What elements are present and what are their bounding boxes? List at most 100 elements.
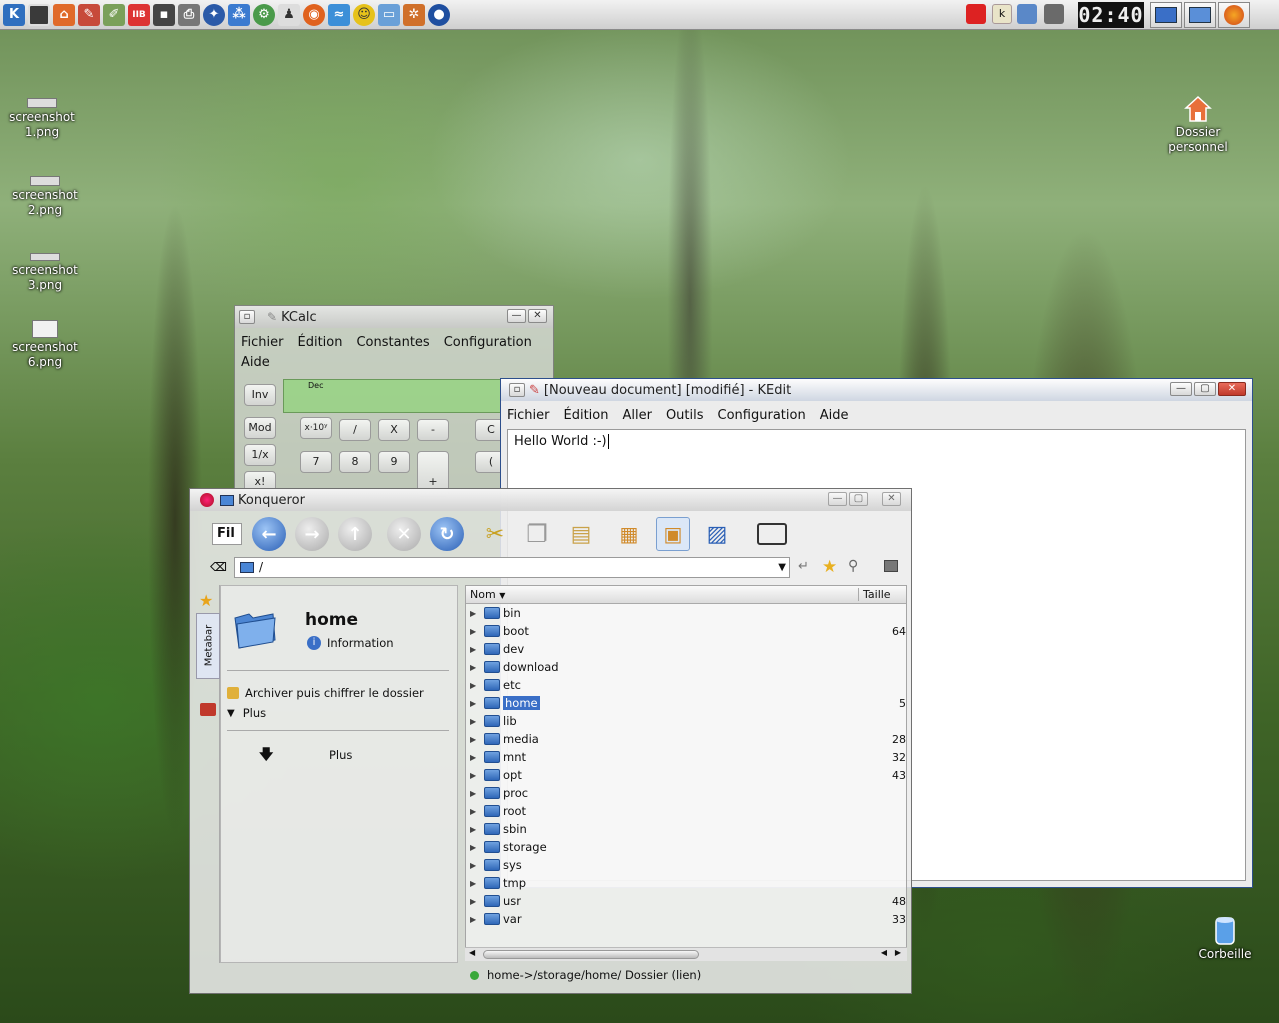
chevron-down-icon[interactable]: ▼ bbox=[778, 558, 786, 577]
minus-key[interactable]: - bbox=[417, 419, 449, 441]
nine-key[interactable]: 9 bbox=[378, 451, 410, 473]
copy-icon[interactable]: ❐ bbox=[520, 517, 554, 551]
network-tray-icon[interactable] bbox=[1044, 4, 1064, 24]
folder-tab-icon[interactable] bbox=[200, 703, 216, 716]
expand-arrow-icon[interactable]: ▶ bbox=[470, 681, 484, 690]
desktop-icon-trash[interactable]: Corbeille bbox=[1180, 915, 1270, 962]
task-konqueror[interactable] bbox=[1218, 2, 1250, 28]
inv-key[interactable]: Inv bbox=[244, 384, 276, 406]
klipper-tray-icon[interactable]: k bbox=[992, 4, 1012, 24]
scroll-left-icon[interactable]: ◀ bbox=[469, 948, 475, 957]
editor-icon[interactable]: ✐ bbox=[103, 3, 125, 26]
stop-icon[interactable]: ✕ bbox=[387, 517, 421, 551]
seven-key[interactable]: 7 bbox=[300, 451, 332, 473]
table-row[interactable]: ▶ sbin bbox=[466, 820, 906, 838]
reload-icon[interactable]: ↻ bbox=[430, 517, 464, 551]
column-size[interactable]: Taille bbox=[858, 588, 891, 601]
horizontal-scrollbar[interactable]: ◀ ◀ ▶ bbox=[465, 947, 907, 961]
printer-icon[interactable]: ⎙ bbox=[178, 3, 200, 26]
close-button[interactable]: ✕ bbox=[528, 309, 547, 323]
arrow-down-icon[interactable]: 🡇 bbox=[259, 744, 273, 768]
paste-icon[interactable]: ▤ bbox=[564, 517, 598, 551]
more-actions-toggle[interactable]: ▼ Plus bbox=[227, 706, 266, 720]
icon-view-icon[interactable]: ▦ bbox=[612, 517, 646, 551]
home-icon[interactable]: ⌂ bbox=[53, 3, 75, 26]
ruby-tray-icon[interactable] bbox=[966, 4, 986, 24]
maximize-button[interactable]: ▢ bbox=[849, 492, 868, 506]
office-icon[interactable]: ✎ bbox=[78, 3, 100, 26]
table-row[interactable]: ▶ dev bbox=[466, 640, 906, 658]
window-menu-button[interactable] bbox=[200, 493, 214, 507]
scroll-right-icon[interactable]: ◀ bbox=[881, 948, 887, 957]
menu-fichier[interactable]: Fichier bbox=[507, 408, 550, 423]
menu-outils[interactable]: Outils bbox=[666, 408, 704, 423]
search-icon[interactable]: ⚲ bbox=[848, 558, 858, 574]
close-button[interactable]: ✕ bbox=[1218, 382, 1246, 396]
more-link[interactable]: Plus bbox=[329, 748, 352, 762]
window-menu-button[interactable]: ▫ bbox=[509, 383, 525, 397]
minimize-button[interactable]: — bbox=[828, 492, 847, 506]
expand-arrow-icon[interactable]: ▶ bbox=[470, 879, 484, 888]
table-row[interactable]: ▶ usr 48 bbox=[466, 892, 906, 910]
maximize-button[interactable]: ▢ bbox=[1194, 382, 1216, 396]
clock[interactable]: 02:40 bbox=[1078, 2, 1144, 28]
menu-fichier[interactable]: Fichier bbox=[241, 335, 284, 350]
bug-icon[interactable]: ✲ bbox=[403, 3, 425, 26]
close-button[interactable]: ✕ bbox=[882, 492, 901, 506]
location-input[interactable]: / ▼ bbox=[234, 557, 790, 578]
pim-icon[interactable]: IIB bbox=[128, 3, 150, 26]
expand-arrow-icon[interactable]: ▶ bbox=[470, 807, 484, 816]
earth-icon[interactable]: ● bbox=[428, 3, 450, 26]
chat-icon[interactable]: ☺ bbox=[353, 3, 375, 26]
reciprocal-key[interactable]: 1/x bbox=[244, 444, 276, 466]
kcalc-titlebar[interactable]: ▫ ✎ KCalc — ✕ bbox=[235, 306, 553, 328]
terminal-icon[interactable]: ▪ bbox=[153, 3, 175, 26]
expand-arrow-icon[interactable]: ▶ bbox=[470, 789, 484, 798]
go-icon[interactable]: ↵ bbox=[798, 559, 809, 574]
dolphin-icon[interactable]: ≈ bbox=[328, 3, 350, 26]
expand-arrow-icon[interactable]: ▶ bbox=[470, 663, 484, 672]
expand-arrow-icon[interactable]: ▶ bbox=[470, 699, 484, 708]
table-row[interactable]: ▶ opt 43 bbox=[466, 766, 906, 784]
compass-icon[interactable]: ✦ bbox=[203, 3, 225, 26]
table-row[interactable]: ▶ root bbox=[466, 802, 906, 820]
expand-arrow-icon[interactable]: ▶ bbox=[470, 861, 484, 870]
menu-edition[interactable]: Édition bbox=[298, 335, 343, 350]
forward-icon[interactable]: → bbox=[295, 517, 329, 551]
menu-aide[interactable]: Aide bbox=[241, 355, 270, 370]
file-menu-button[interactable]: Fil bbox=[212, 523, 242, 545]
menu-constantes[interactable]: Constantes bbox=[356, 335, 429, 350]
expand-arrow-icon[interactable]: ▶ bbox=[470, 753, 484, 762]
menu-aller[interactable]: Aller bbox=[622, 408, 651, 423]
kedit-titlebar[interactable]: ▫ ✎ [Nouveau document] [modifié] - KEdit… bbox=[501, 379, 1252, 401]
table-row[interactable]: ▶ var 33 bbox=[466, 910, 906, 928]
bookmarks-star-icon[interactable]: ★ bbox=[199, 591, 213, 610]
metabar-tab[interactable]: Metabar bbox=[196, 613, 220, 679]
task-kedit[interactable] bbox=[1184, 2, 1216, 28]
table-row[interactable]: ▶ media 28 bbox=[466, 730, 906, 748]
show-desktop-icon[interactable] bbox=[28, 3, 50, 26]
expand-arrow-icon[interactable]: ▶ bbox=[470, 825, 484, 834]
desktop-icon-home-folder[interactable]: Dossier personnel bbox=[1153, 95, 1243, 155]
table-row[interactable]: ▶ boot 64 bbox=[466, 622, 906, 640]
network-icon[interactable]: ⁂ bbox=[228, 3, 250, 26]
firefox-icon[interactable]: ◉ bbox=[303, 3, 325, 26]
menu-configuration[interactable]: Configuration bbox=[444, 335, 532, 350]
mod-key[interactable]: Mod bbox=[244, 417, 276, 439]
column-name[interactable]: Nom ▼ bbox=[470, 588, 505, 601]
table-row[interactable]: ▶ bin bbox=[466, 604, 906, 622]
expand-arrow-icon[interactable]: ▶ bbox=[470, 915, 484, 924]
eight-key[interactable]: 8 bbox=[339, 451, 371, 473]
volume-tray-icon[interactable] bbox=[1017, 4, 1037, 24]
table-row[interactable]: ▶ lib bbox=[466, 712, 906, 730]
window-icon[interactable]: ▭ bbox=[378, 3, 400, 26]
expand-arrow-icon[interactable]: ▶ bbox=[470, 843, 484, 852]
table-row[interactable]: ▶ storage bbox=[466, 838, 906, 856]
table-row[interactable]: ▶ proc bbox=[466, 784, 906, 802]
panel-icon[interactable] bbox=[884, 560, 898, 572]
terminal-toggle-icon[interactable] bbox=[755, 517, 789, 551]
table-row[interactable]: ▶ mnt 32 bbox=[466, 748, 906, 766]
expand-arrow-icon[interactable]: ▶ bbox=[470, 627, 484, 636]
up-icon[interactable]: ↑ bbox=[338, 517, 372, 551]
expand-arrow-icon[interactable]: ▶ bbox=[470, 609, 484, 618]
